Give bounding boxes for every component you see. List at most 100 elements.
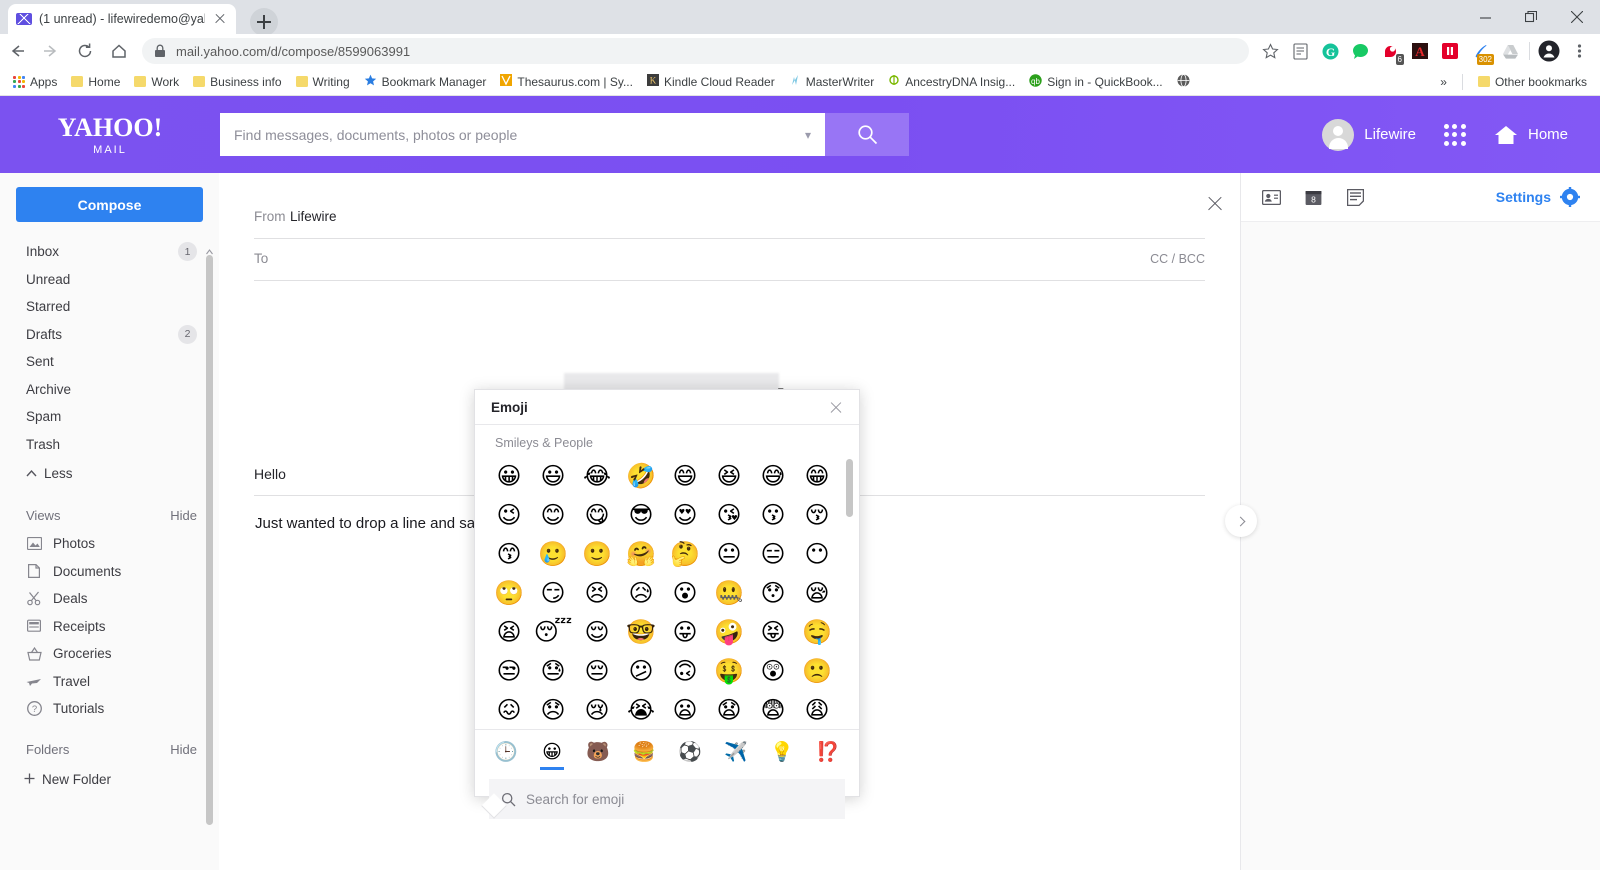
adobe-pdf-extension-icon[interactable]: A xyxy=(1405,34,1435,68)
emoji-cell[interactable]: 😚 xyxy=(795,495,839,534)
emoji-cell[interactable]: 😩 xyxy=(795,690,839,729)
travel-places-tab[interactable]: ✈️ xyxy=(719,735,753,769)
emoji-cell[interactable]: 😣 xyxy=(575,573,619,612)
compose-button[interactable]: Compose xyxy=(16,187,203,222)
bookmark-kindle[interactable]: K Kindle Cloud Reader xyxy=(640,71,782,92)
emoji-cell[interactable]: 😮 xyxy=(663,573,707,612)
back-icon[interactable] xyxy=(0,34,34,68)
emoji-cell[interactable]: 🙄 xyxy=(487,573,531,612)
emoji-cell[interactable]: 😘 xyxy=(707,495,751,534)
other-bookmarks-button[interactable]: Other bookmarks xyxy=(1471,72,1594,92)
bookmark-home[interactable]: Home xyxy=(64,72,127,92)
emoji-cell[interactable]: 😞 xyxy=(531,690,575,729)
emoji-scrollbar[interactable] xyxy=(846,459,853,729)
emoji-cell[interactable]: 🤤 xyxy=(795,612,839,651)
close-icon[interactable] xyxy=(829,400,843,414)
bookmark-quickbooks[interactable]: qb Sign in - QuickBook... xyxy=(1022,71,1169,93)
folders-hide-button[interactable]: Hide xyxy=(170,742,197,757)
objects-tab[interactable]: 💡 xyxy=(765,735,799,769)
sidebar-item-drafts[interactable]: Drafts 2 xyxy=(0,321,219,349)
forward-icon[interactable] xyxy=(34,34,68,68)
pen-extension-icon[interactable]: 302 xyxy=(1465,34,1495,68)
emoji-cell[interactable]: 🙁 xyxy=(795,651,839,690)
sidebar-scrollbar[interactable] xyxy=(206,243,213,870)
emoji-scroll-area[interactable]: Smileys & People 😀 😃 😂 🤣 😄 😆 😅 😁 😉 😊 😋 😎… xyxy=(475,425,859,729)
bookmark-business-info[interactable]: Business info xyxy=(186,72,288,92)
emoji-cell[interactable]: 😂 xyxy=(575,456,619,495)
emoji-cell[interactable]: 😐 xyxy=(707,534,751,573)
yahoo-mail-logo[interactable]: YAHOO! MAIL xyxy=(0,113,220,156)
sidebar-item-receipts[interactable]: Receipts xyxy=(0,613,219,641)
sidebar-item-sent[interactable]: Sent xyxy=(0,348,219,376)
close-compose-icon[interactable] xyxy=(1206,195,1224,213)
emoji-cell[interactable]: 🤑 xyxy=(707,651,751,690)
emoji-cell[interactable]: 😫 xyxy=(487,612,531,651)
sidebar-item-unread[interactable]: Unread xyxy=(0,266,219,294)
maximize-button[interactable] xyxy=(1508,0,1554,34)
emoji-cell[interactable]: 🤗 xyxy=(619,534,663,573)
emoji-cell[interactable]: 😋 xyxy=(575,495,619,534)
new-folder-button[interactable]: New Folder xyxy=(0,765,219,795)
sidebar-item-archive[interactable]: Archive xyxy=(0,376,219,404)
emoji-cell[interactable]: 😢 xyxy=(575,690,619,729)
scroll-up-arrow-icon[interactable] xyxy=(206,243,213,255)
notepad-icon[interactable] xyxy=(1345,187,1365,207)
emoji-cell[interactable]: 😭 xyxy=(619,690,663,729)
subject-input[interactable]: Hello xyxy=(254,466,286,482)
emoji-cell[interactable]: 🙂 xyxy=(575,534,619,573)
emoji-cell[interactable]: 😌 xyxy=(575,612,619,651)
emoji-cell[interactable]: 😛 xyxy=(663,612,707,651)
cc-bcc-button[interactable]: CC / BCC xyxy=(1150,252,1205,266)
opera-extension-icon[interactable] xyxy=(1435,34,1465,68)
notification-extension-icon[interactable]: 6 xyxy=(1375,34,1405,68)
bookmark-globe[interactable] xyxy=(1170,71,1202,93)
chrome-menu-icon[interactable] xyxy=(1564,34,1594,68)
reload-icon[interactable] xyxy=(68,34,102,68)
emoji-cell[interactable]: 😲 xyxy=(751,651,795,690)
emoji-cell[interactable]: 😖 xyxy=(487,690,531,729)
grammarly-extension-icon[interactable]: G xyxy=(1315,34,1345,68)
emoji-cell[interactable]: 🤣 xyxy=(619,456,663,495)
reader-mode-icon[interactable] xyxy=(1285,34,1315,68)
emoji-cell[interactable]: 😶 xyxy=(795,534,839,573)
symbols-tab[interactable]: ⁉️ xyxy=(811,735,845,769)
emoji-cell[interactable]: 🤓 xyxy=(619,612,663,651)
bookmark-masterwriter[interactable]: MasterWriter xyxy=(782,71,881,92)
emoji-cell[interactable]: 😙 xyxy=(487,534,531,573)
emoji-cell[interactable]: 😍 xyxy=(663,495,707,534)
emoji-cell[interactable]: 😥 xyxy=(619,573,663,612)
emoji-cell[interactable]: 😁 xyxy=(795,456,839,495)
google-drive-extension-icon[interactable] xyxy=(1495,34,1525,68)
emoji-cell[interactable]: 😃 xyxy=(531,456,575,495)
chevron-down-icon[interactable]: ▾ xyxy=(805,128,811,142)
close-window-button[interactable] xyxy=(1554,0,1600,34)
emoji-cell[interactable]: 😓 xyxy=(531,651,575,690)
from-field-row[interactable]: From Lifewire xyxy=(254,195,1205,239)
sidebar-item-travel[interactable]: Travel xyxy=(0,668,219,696)
emoji-cell[interactable]: 😅 xyxy=(751,456,795,495)
bookmark-writing[interactable]: Writing xyxy=(289,72,357,92)
emoji-cell[interactable]: 😪 xyxy=(795,573,839,612)
emoji-cell[interactable]: 🥲 xyxy=(531,534,575,573)
search-input[interactable]: Find messages, documents, photos or peop… xyxy=(220,113,825,156)
apps-grid-icon[interactable] xyxy=(1443,123,1466,146)
sidebar-item-spam[interactable]: Spam xyxy=(0,403,219,431)
sidebar-item-trash[interactable]: Trash xyxy=(0,431,219,459)
sidebar-item-tutorials[interactable]: ? Tutorials xyxy=(0,695,219,723)
emoji-cell[interactable]: 😉 xyxy=(487,495,531,534)
bookmark-ancestrydna[interactable]: AncestryDNA Insig... xyxy=(881,71,1022,92)
bookmark-thesaurus[interactable]: Thesaurus.com | Sy... xyxy=(493,71,640,92)
message-body[interactable]: Just wanted to drop a line and say hi. xyxy=(255,515,503,532)
search-button[interactable] xyxy=(825,113,909,156)
emoji-cell[interactable]: 🤪 xyxy=(707,612,751,651)
food-drink-tab[interactable]: 🍔 xyxy=(627,735,661,769)
show-less-button[interactable]: Less xyxy=(0,458,219,488)
emoji-cell[interactable]: 😝 xyxy=(751,612,795,651)
account-button[interactable]: Lifewire xyxy=(1322,118,1416,151)
activity-tab[interactable]: ⚽ xyxy=(673,735,707,769)
scrollbar-thumb[interactable] xyxy=(846,459,853,517)
address-bar[interactable]: mail.yahoo.com/d/compose/8599063991 xyxy=(142,38,1249,64)
sidebar-item-inbox[interactable]: Inbox 1 xyxy=(0,238,219,266)
emoji-cell[interactable]: 😑 xyxy=(751,534,795,573)
emoji-cell[interactable]: 😨 xyxy=(751,690,795,729)
